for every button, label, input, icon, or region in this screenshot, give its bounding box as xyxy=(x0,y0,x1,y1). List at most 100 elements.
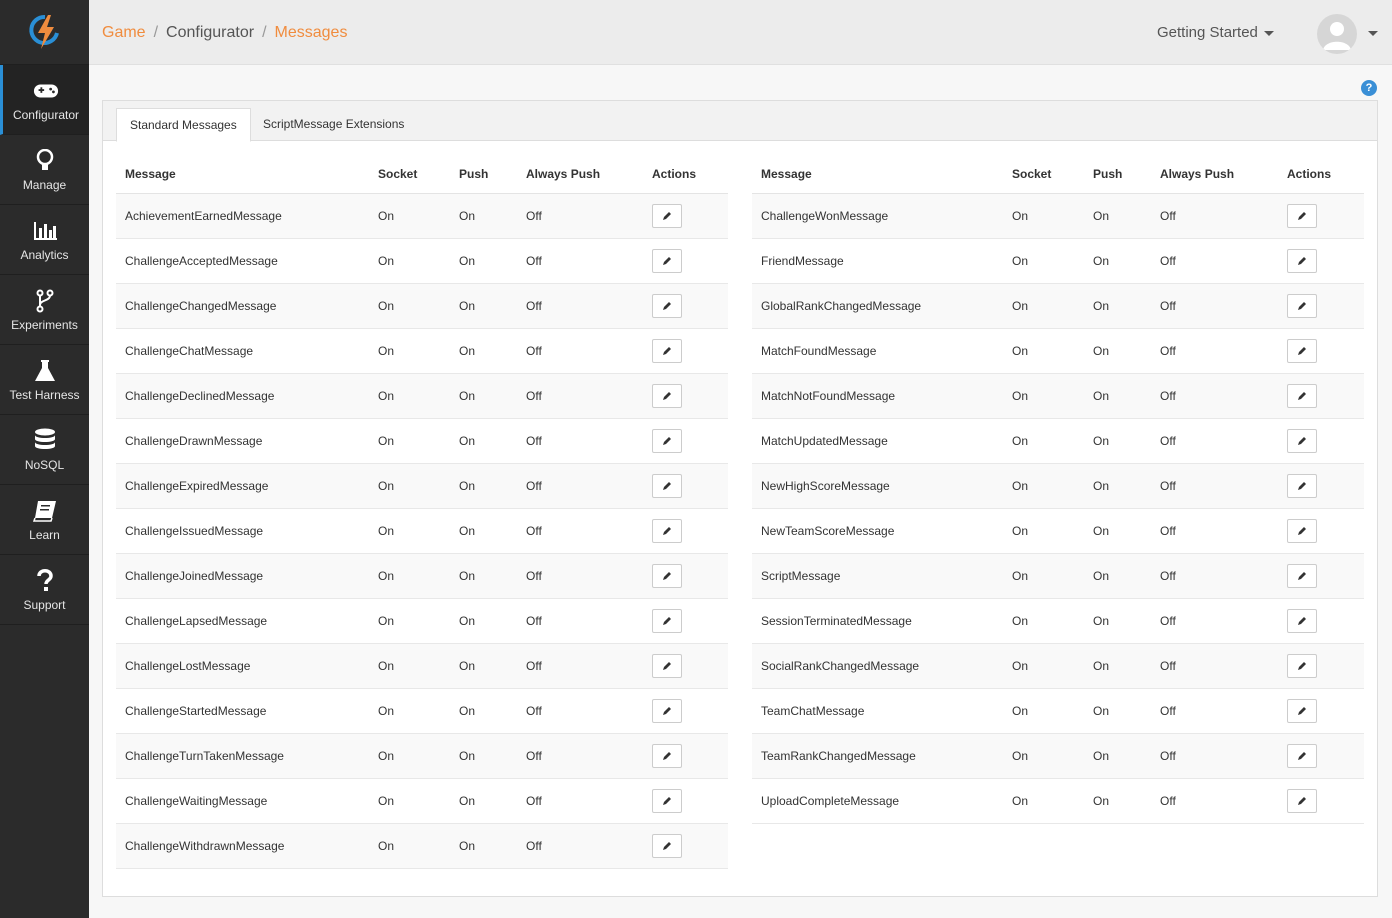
avatar[interactable] xyxy=(1317,14,1357,54)
edit-button[interactable] xyxy=(1287,248,1317,273)
logo[interactable] xyxy=(0,0,89,65)
actions-cell xyxy=(1278,778,1364,824)
actions-cell xyxy=(643,283,728,329)
messages-table-left: Message Socket Push Always Push Actions … xyxy=(116,155,728,869)
pencil-icon xyxy=(1298,346,1306,355)
actions-cell xyxy=(643,373,728,419)
edit-button[interactable] xyxy=(1287,203,1317,228)
breadcrumb-game[interactable]: Game xyxy=(102,24,146,41)
sidebar-item-configurator[interactable]: Configurator xyxy=(0,65,89,135)
always-push-value: Off xyxy=(1151,688,1278,734)
pencil-icon xyxy=(663,301,671,310)
edit-button[interactable] xyxy=(652,788,682,813)
message-name: ChallengeLostMessage xyxy=(116,643,369,689)
sidebar-item-experiments[interactable]: Experiments xyxy=(0,275,89,345)
edit-button[interactable] xyxy=(652,653,682,678)
sidebar-item-manage[interactable]: Manage xyxy=(0,135,89,205)
always-push-value: Off xyxy=(1151,508,1278,554)
pencil-icon xyxy=(663,616,671,625)
socket-value: On xyxy=(1003,418,1084,464)
socket-value: On xyxy=(1003,238,1084,284)
edit-button[interactable] xyxy=(1287,383,1317,408)
edit-button[interactable] xyxy=(652,383,682,408)
push-value: On xyxy=(450,823,517,869)
breadcrumb-configurator[interactable]: Configurator xyxy=(166,24,254,41)
edit-button[interactable] xyxy=(652,338,682,363)
sidebar-item-analytics[interactable]: Analytics xyxy=(0,205,89,275)
push-value: On xyxy=(450,643,517,689)
actions-cell xyxy=(643,823,728,869)
sidebar-item-support[interactable]: Support xyxy=(0,555,89,625)
sidebar-item-learn[interactable]: Learn xyxy=(0,485,89,555)
push-value: On xyxy=(1084,193,1151,239)
actions-cell xyxy=(1278,688,1364,734)
database-icon xyxy=(32,428,58,454)
lightbulb-icon xyxy=(32,148,58,174)
table-row: GlobalRankChangedMessage On On Off xyxy=(752,283,1364,329)
push-value: On xyxy=(450,553,517,599)
sidebar-item-label: Learn xyxy=(29,527,60,542)
edit-button[interactable] xyxy=(652,833,682,858)
breadcrumb-messages[interactable]: Messages xyxy=(275,24,348,41)
pencil-icon xyxy=(663,391,671,400)
breadcrumb-separator: / xyxy=(153,24,159,41)
column-header-message: Message xyxy=(116,155,369,194)
edit-button[interactable] xyxy=(652,473,682,498)
edit-button[interactable] xyxy=(1287,698,1317,723)
table-row: ChallengeIssuedMessage On On Off xyxy=(116,508,728,554)
push-value: On xyxy=(450,688,517,734)
always-push-value: Off xyxy=(1151,733,1278,779)
edit-button[interactable] xyxy=(1287,743,1317,768)
socket-value: On xyxy=(369,778,450,824)
edit-button[interactable] xyxy=(1287,518,1317,543)
always-push-value: Off xyxy=(517,283,643,329)
edit-button[interactable] xyxy=(652,293,682,318)
tab-scriptmessage-extensions[interactable]: ScriptMessage Extensions xyxy=(250,108,417,142)
message-name: GlobalRankChangedMessage xyxy=(752,283,1003,329)
push-value: On xyxy=(1084,508,1151,554)
edit-button[interactable] xyxy=(652,563,682,588)
edit-button[interactable] xyxy=(652,428,682,453)
edit-button[interactable] xyxy=(1287,563,1317,588)
sidebar-item-label: Analytics xyxy=(20,247,69,262)
edit-button[interactable] xyxy=(1287,428,1317,453)
getting-started-menu[interactable]: Getting Started xyxy=(1157,24,1274,41)
always-push-value: Off xyxy=(1151,283,1278,329)
pencil-icon xyxy=(663,211,671,220)
edit-button[interactable] xyxy=(1287,788,1317,813)
always-push-value: Off xyxy=(1151,553,1278,599)
edit-button[interactable] xyxy=(652,248,682,273)
socket-value: On xyxy=(1003,283,1084,329)
edit-button[interactable] xyxy=(652,698,682,723)
edit-button[interactable] xyxy=(1287,608,1317,633)
edit-button[interactable] xyxy=(1287,473,1317,498)
help-icon[interactable]: ? xyxy=(1361,80,1377,96)
edit-button[interactable] xyxy=(652,203,682,228)
sidebar-item-nosql[interactable]: NoSQL xyxy=(0,415,89,485)
edit-button[interactable] xyxy=(1287,293,1317,318)
pencil-icon xyxy=(1298,256,1306,265)
user-menu-chevron-icon[interactable] xyxy=(1368,31,1378,36)
sidebar: Configurator Manage Analytics Experiments Te… xyxy=(0,0,89,918)
socket-value: On xyxy=(369,508,450,554)
column-header-actions: Actions xyxy=(643,155,728,194)
message-name: ChallengeDeclinedMessage xyxy=(116,373,369,419)
actions-cell xyxy=(643,463,728,509)
edit-button[interactable] xyxy=(652,608,682,633)
table-row: MatchUpdatedMessage On On Off xyxy=(752,418,1364,464)
tab-standard-messages[interactable]: Standard Messages xyxy=(116,108,251,142)
sidebar-item-label: NoSQL xyxy=(24,457,65,472)
actions-cell xyxy=(643,418,728,464)
edit-button[interactable] xyxy=(652,518,682,543)
actions-cell xyxy=(1278,283,1364,329)
edit-button[interactable] xyxy=(1287,653,1317,678)
flask-icon xyxy=(32,358,58,384)
push-value: On xyxy=(1084,463,1151,509)
push-value: On xyxy=(450,598,517,644)
edit-button[interactable] xyxy=(1287,338,1317,363)
pencil-icon xyxy=(663,706,671,715)
sidebar-item-label: Support xyxy=(23,597,66,612)
edit-button[interactable] xyxy=(652,743,682,768)
sidebar-item-test-harness[interactable]: Test Harness xyxy=(0,345,89,415)
always-push-value: Off xyxy=(517,373,643,419)
